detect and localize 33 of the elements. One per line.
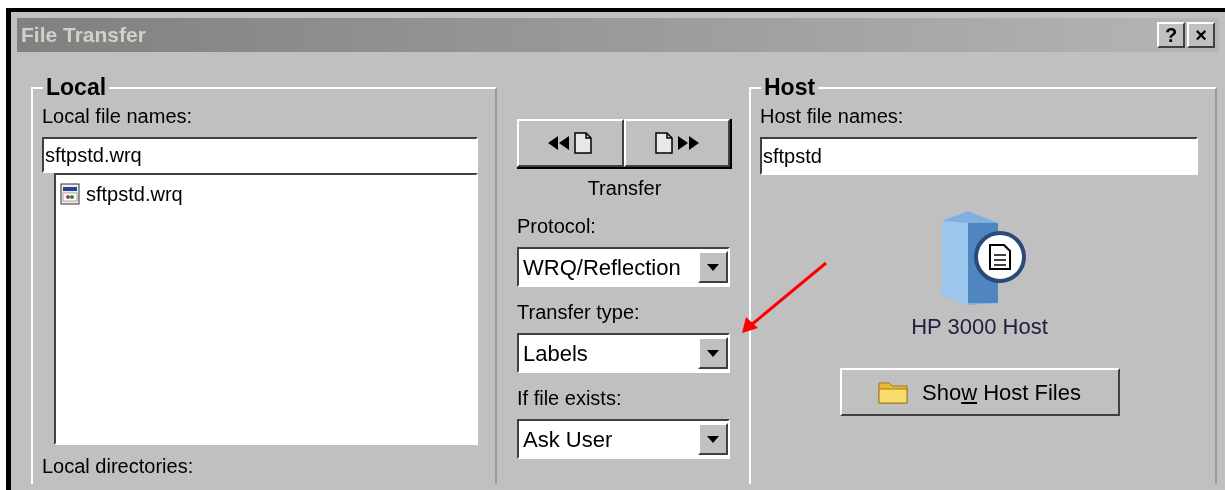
file-list-item[interactable]: sftpstd.wrq: [60, 179, 472, 209]
dropdown[interactable]: Labels: [517, 333, 730, 373]
dropdown-arrow-button[interactable]: [698, 337, 728, 369]
file-icon: [60, 183, 80, 205]
dropdown[interactable]: Ask User: [517, 419, 730, 459]
input-field[interactable]: sftpstd.wrq: [42, 137, 478, 173]
dropdown-arrow-button[interactable]: [698, 423, 728, 455]
field-label: Local directories:: [42, 454, 195, 479]
field-label: If file exists:: [517, 386, 623, 411]
caret-icon: [707, 349, 719, 357]
transfer-label: Transfer: [587, 176, 662, 201]
dropdown[interactable]: WRQ/Reflection: [517, 247, 730, 287]
host-name: HP 3000 Host: [911, 313, 1048, 341]
field-label: Host file names:: [760, 104, 905, 129]
folder-icon: [878, 379, 908, 405]
receive-button[interactable]: [517, 119, 624, 167]
send-button[interactable]: [623, 119, 730, 167]
double-left-arrow-icon: [548, 136, 571, 150]
dropdown-arrow-button[interactable]: [698, 251, 728, 283]
show-host-files-button[interactable]: Show Host Files: [839, 368, 1120, 416]
caret-icon: [707, 435, 719, 443]
close-button[interactable]: ×: [1187, 22, 1215, 48]
window-title: File Transfer: [21, 22, 147, 49]
file-list[interactable]: sftpstd.wrq: [54, 173, 478, 445]
document-icon: [654, 132, 673, 154]
document-icon: [574, 132, 593, 154]
field-label: Transfer type:: [517, 300, 641, 325]
help-button[interactable]: ?: [1157, 22, 1185, 48]
caret-icon: [707, 263, 719, 271]
double-right-arrow-icon: [676, 136, 699, 150]
input-field[interactable]: sftpstd: [760, 137, 1198, 175]
field-label: Protocol:: [517, 214, 597, 239]
field-label: Local file names:: [42, 104, 194, 129]
